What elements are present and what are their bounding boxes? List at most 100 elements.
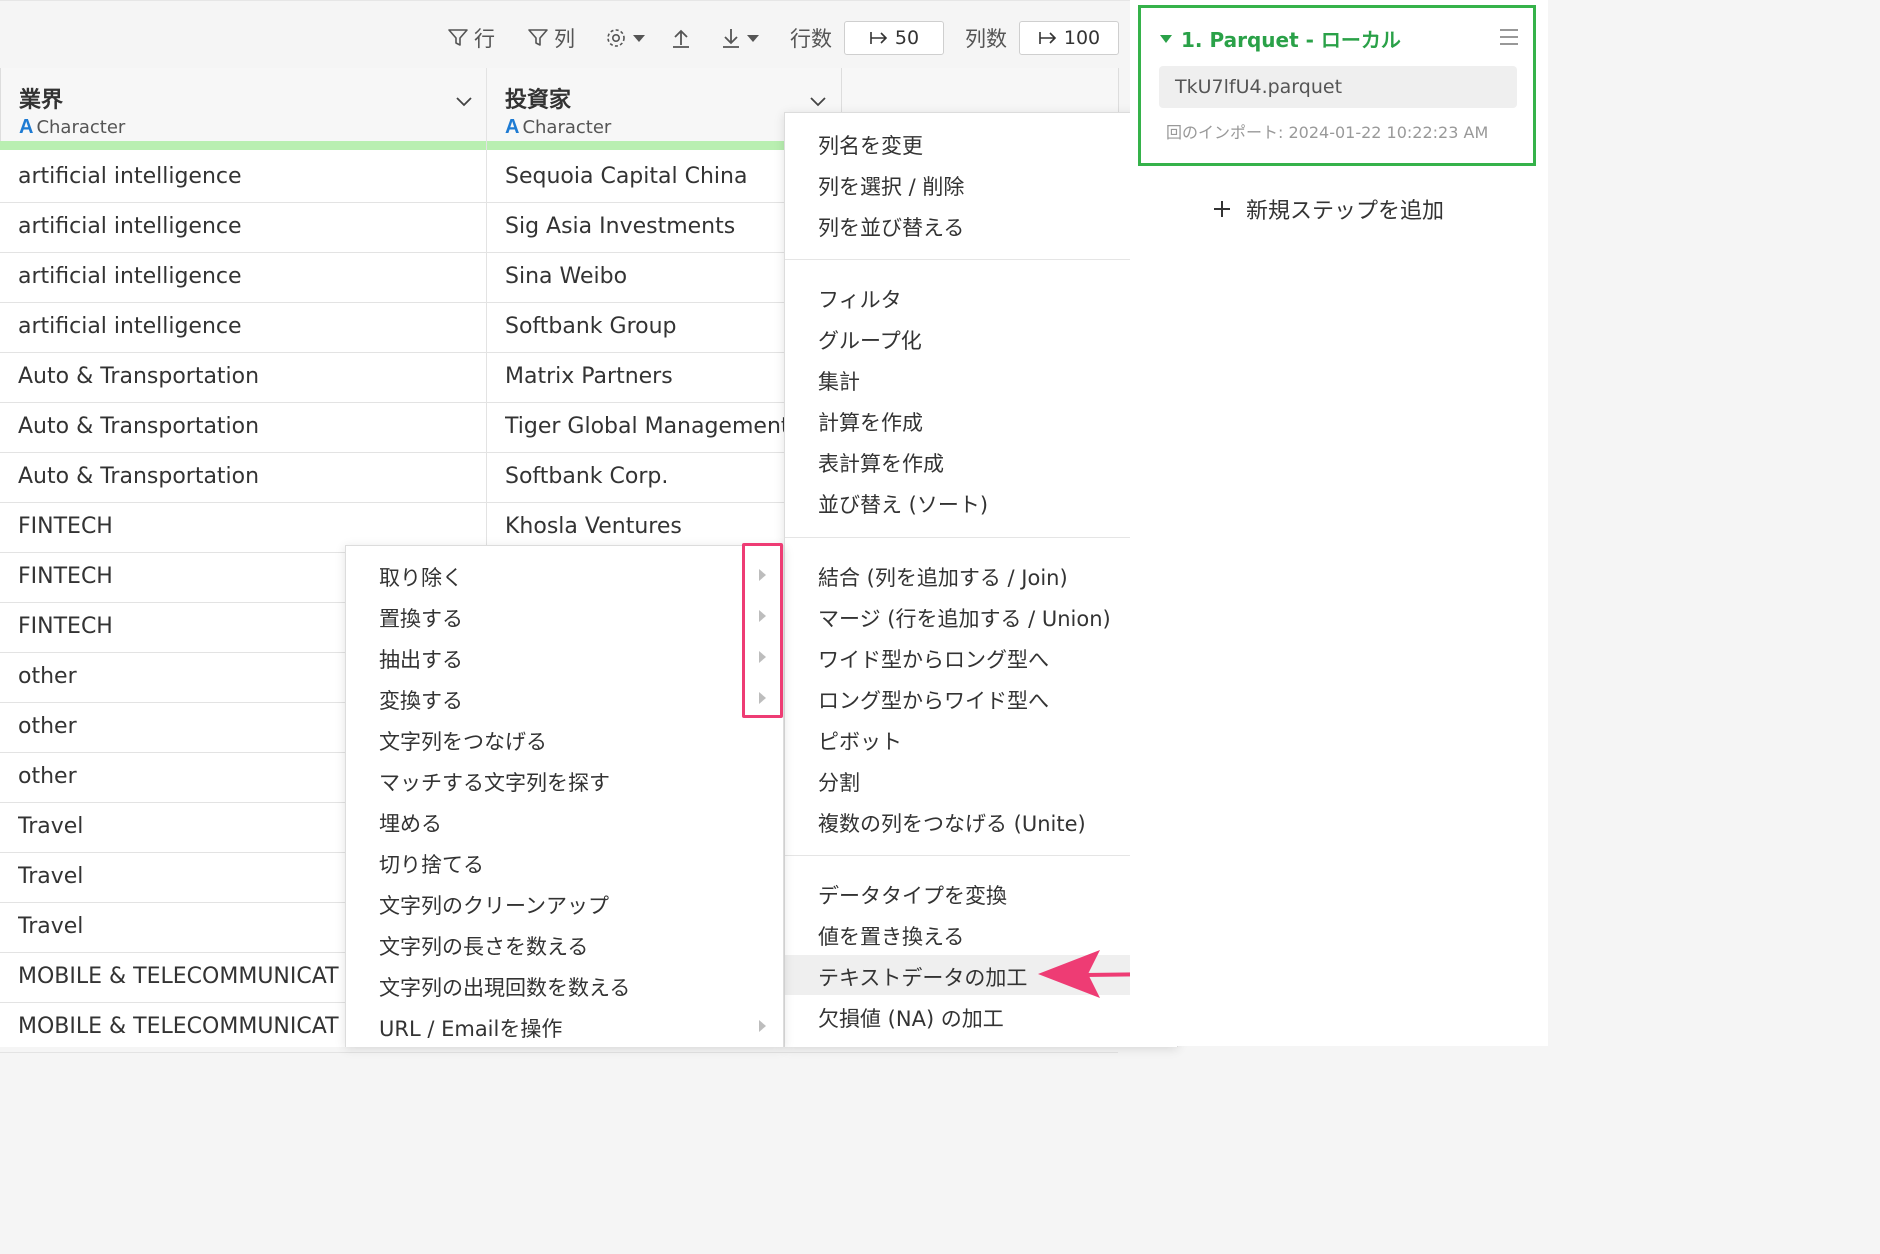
column-header-industry[interactable]: 業界 A Character — [0, 68, 488, 145]
caret-down-icon — [747, 35, 759, 42]
menu-item-label: 欠損値 (NA) の加工 — [818, 1007, 1004, 1031]
menu-item-label: 列を並び替える — [818, 216, 965, 240]
submenu-arrows-highlight — [742, 543, 783, 718]
filter-row-label: 行 — [474, 27, 495, 51]
text-submenu-item[interactable]: 抽出する — [346, 637, 783, 677]
cell-industry[interactable]: artificial intelligence — [18, 252, 478, 302]
text-submenu-item[interactable]: 文字列の長さを数える — [346, 924, 783, 964]
column-menu-item[interactable]: ピボット — [785, 719, 1177, 759]
type-letter: A — [19, 116, 34, 138]
text-submenu-item[interactable]: 取り除く — [346, 555, 783, 595]
menu-item-label: フィルタ — [818, 288, 902, 312]
column-menu-item[interactable]: 複数の列をつなげる (Unite) — [785, 801, 1177, 841]
caret-down-icon — [1160, 34, 1172, 43]
arrow-to-icon — [870, 32, 888, 44]
column-menu-item[interactable]: 分割 — [785, 760, 1177, 800]
menu-item-label: ワイド型からロング型へ — [818, 648, 1049, 672]
menu-item-label: 文字列の出現回数を数える — [379, 976, 631, 1000]
add-step-button[interactable]: 新規ステップを追加 — [1212, 193, 1444, 225]
rows-count-input[interactable]: 50 — [844, 21, 944, 55]
hamburger-menu-icon[interactable] — [1499, 28, 1519, 46]
column-context-menu: 列名を変更列を選択 / 削除 列を並び替える フィルタグループ化集計計算を作成表計算… — [784, 112, 1178, 1047]
column-menu-item[interactable]: マージ (行を追加する / Union) — [785, 596, 1177, 636]
column-menu-item[interactable]: データタイプを変換 — [785, 873, 1177, 913]
menu-item-label: 計算を作成 — [818, 411, 923, 435]
text-submenu-item[interactable]: 文字列のクリーンアップ — [346, 883, 783, 923]
column-menu-item[interactable]: 欠損値 (NA) の加工 — [785, 996, 1177, 1036]
menu-item-label: マージ (行を追加する / Union) — [818, 607, 1111, 631]
text-submenu-item[interactable]: 文字列の出現回数を数える — [346, 965, 783, 1005]
text-submenu-item[interactable]: 埋める — [346, 801, 783, 841]
column-menu-item[interactable]: 列名を変更 — [785, 123, 1177, 163]
text-submenu-item[interactable]: マッチする文字列を探す — [346, 760, 783, 800]
menu-item-label: 分割 — [818, 771, 860, 795]
cell-investor[interactable]: Sequoia Capital China — [505, 152, 785, 202]
settings-button[interactable] — [604, 21, 646, 55]
chevron-down-icon[interactable] — [807, 90, 829, 112]
cell-industry[interactable]: artificial intelligence — [18, 152, 478, 202]
column-menu-item[interactable]: 列を選択 / 削除 — [785, 164, 1177, 204]
menu-item-label: データタイプを変換 — [818, 884, 1007, 908]
column-menu-item[interactable]: ワイド型からロング型へ — [785, 637, 1177, 677]
menu-divider — [785, 537, 1177, 538]
cols-count-input[interactable]: 100 — [1019, 21, 1119, 55]
cell-investor[interactable]: Softbank Corp. — [505, 452, 785, 502]
column-menu-item[interactable]: 表計算を作成 — [785, 441, 1177, 481]
step-title[interactable]: 1. Parquet - ローカル — [1159, 24, 1401, 53]
menu-item-label: 抽出する — [379, 648, 463, 672]
menu-item-label: テキストデータの加工 — [818, 966, 1028, 990]
filter-icon — [528, 29, 548, 46]
menu-item-label: 変換する — [379, 689, 463, 713]
type-letter: A — [505, 116, 520, 138]
cell-investor[interactable]: Softbank Group — [505, 302, 785, 352]
text-submenu-item[interactable]: URL / Emailを操作 — [346, 1006, 783, 1046]
text-submenu-item[interactable]: 置換する — [346, 596, 783, 636]
column-menu-item[interactable]: ロング型からワイド型へ — [785, 678, 1177, 718]
upload-button[interactable] — [670, 21, 692, 55]
column-menu-item[interactable]: グループ化 — [785, 318, 1177, 358]
chevron-down-icon[interactable] — [453, 90, 475, 112]
cell-industry[interactable]: artificial intelligence — [18, 202, 478, 252]
rows-count-value: 50 — [894, 27, 920, 49]
steps-panel: 1. Parquet - ローカル TkU7lfU4.parquet 回のインポ… — [1130, 0, 1548, 1046]
cell-industry[interactable]: Auto & Transportation — [18, 352, 478, 402]
filter-row-button[interactable]: 行 — [446, 21, 495, 55]
add-step-label: 新規ステップを追加 — [1246, 199, 1445, 224]
column-menu-item[interactable]: 集計 — [785, 359, 1177, 399]
column-menu-item[interactable]: フィルタ — [785, 277, 1177, 317]
cell-investor[interactable]: Sina Weibo — [505, 252, 785, 302]
menu-item-label: 列を選択 / 削除 — [818, 175, 965, 199]
menu-item-label: 並び替え (ソート) — [818, 493, 989, 517]
cell-industry[interactable]: Auto & Transportation — [18, 402, 478, 452]
cell-industry[interactable]: artificial intelligence — [18, 302, 478, 352]
text-submenu: 取り除く 置換する抽出する変換する文字列をつなげる マッチする文字列を探す 埋める 切り… — [345, 545, 784, 1047]
step-file: TkU7lfU4.parquet — [1159, 66, 1517, 108]
menu-item-label: 文字列の長さを数える — [379, 935, 589, 959]
upload-icon — [673, 29, 689, 48]
cell-investor[interactable]: Tiger Global Management — [505, 402, 785, 452]
cell-investor[interactable]: Sig Asia Investments — [505, 202, 785, 252]
column-quality-bar — [487, 141, 787, 150]
text-submenu-item[interactable]: 切り捨てる — [346, 842, 783, 882]
menu-divider — [785, 855, 1177, 856]
filter-icon — [448, 29, 468, 46]
plus-icon — [1214, 201, 1230, 217]
caret-down-icon — [633, 35, 645, 42]
cell-investor[interactable]: Matrix Partners — [505, 352, 785, 402]
download-button[interactable] — [720, 21, 760, 55]
column-menu-item[interactable]: 列を並び替える — [785, 205, 1177, 245]
column-menu-item[interactable]: 並び替え (ソート) — [785, 482, 1177, 522]
menu-item-label: 列名を変更 — [818, 134, 923, 158]
cell-industry[interactable]: Auto & Transportation — [18, 452, 478, 502]
menu-item-label: グループ化 — [818, 329, 922, 353]
column-menu-item[interactable]: 計算を作成 — [785, 400, 1177, 440]
column-quality-bar — [0, 141, 486, 150]
text-submenu-item[interactable]: 文字列をつなげる — [346, 719, 783, 759]
rows-label: 行数 — [790, 27, 832, 51]
cols-count-value: 100 — [1063, 27, 1101, 49]
column-menu-item[interactable]: 結合 (列を追加する / Join) — [785, 555, 1177, 595]
column-type-label: Character — [522, 117, 612, 138]
filter-col-button[interactable]: 列 — [526, 21, 575, 55]
text-submenu-item[interactable]: 変換する — [346, 678, 783, 718]
menu-item-label: ピボット — [818, 730, 902, 754]
